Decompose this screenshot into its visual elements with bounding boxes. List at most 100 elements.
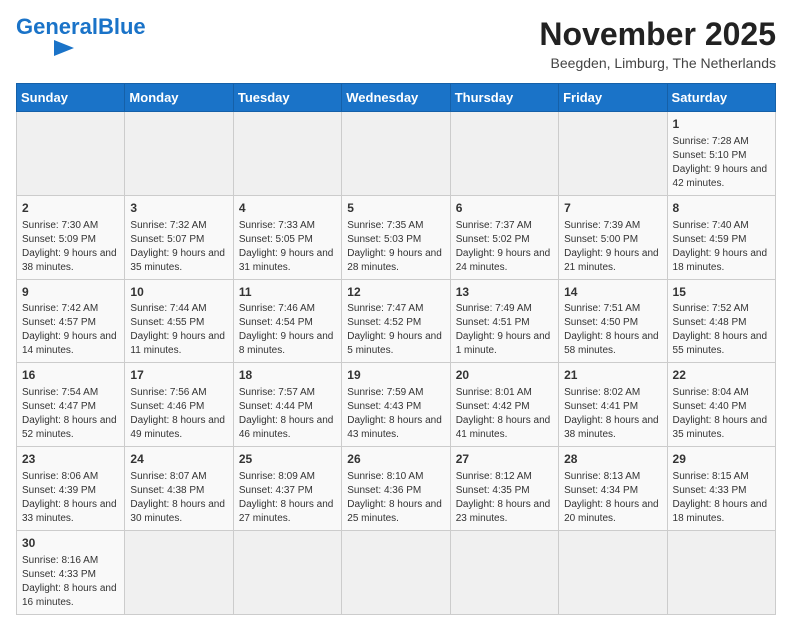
calendar-cell: 29Sunrise: 8:15 AMSunset: 4:33 PMDayligh… [667, 447, 775, 531]
calendar-cell [233, 530, 341, 614]
day-info: Sunrise: 7:52 AMSunset: 4:48 PMDaylight:… [673, 302, 770, 358]
calendar-cell: 13Sunrise: 7:49 AMSunset: 4:51 PMDayligh… [450, 279, 558, 363]
calendar-cell: 8Sunrise: 7:40 AMSunset: 4:59 PMDaylight… [667, 195, 775, 279]
logo: GeneralBlue [16, 16, 146, 58]
calendar-cell: 5Sunrise: 7:35 AMSunset: 5:03 PMDaylight… [342, 195, 450, 279]
calendar-table: SundayMondayTuesdayWednesdayThursdayFrid… [16, 83, 776, 615]
week-row-1: 2 Sunrise: 7:30 AMSunset: 5:09 PMDaylight… [17, 195, 776, 279]
day-number: 15 [673, 284, 770, 301]
day-number: 3 [130, 200, 227, 217]
calendar-cell: 9Sunrise: 7:42 AMSunset: 4:57 PMDaylight… [17, 279, 125, 363]
calendar-cell: 4 Sunrise: 7:33 AMSunset: 5:05 PMDaylight… [233, 195, 341, 279]
subtitle: Beegden, Limburg, The Netherlands [539, 55, 776, 71]
day-info: Sunrise: 7:46 AMSunset: 4:54 PMDaylight:… [239, 302, 336, 358]
calendar-cell: 23 Sunrise: 8:06 AMSunset: 4:39 PMDayligh… [17, 447, 125, 531]
day-info: Sunrise: 7:49 AMSunset: 4:51 PMDaylight:… [456, 302, 553, 358]
day-info: Sunrise: 7:32 AMSunset: 5:07 PMDaylight:… [130, 219, 227, 275]
calendar-cell: 16Sunrise: 7:54 AMSunset: 4:47 PMDayligh… [17, 363, 125, 447]
month-title: November 2025 [539, 16, 776, 53]
calendar-cell [450, 112, 558, 196]
day-info: Sunrise: 7:33 AMSunset: 5:05 PMDaylight:… [239, 219, 336, 275]
day-info: Sunrise: 7:42 AMSunset: 4:57 PMDaylight:… [22, 302, 119, 358]
weekday-header-wednesday: Wednesday [342, 84, 450, 112]
day-info: Sunrise: 8:02 AMSunset: 4:41 PMDaylight:… [564, 386, 661, 442]
calendar-cell [450, 530, 558, 614]
day-number: 30 [22, 535, 119, 552]
calendar-cell [667, 530, 775, 614]
day-info: Sunrise: 8:04 AMSunset: 4:40 PMDaylight:… [673, 386, 770, 442]
calendar-cell: 22 Sunrise: 8:04 AMSunset: 4:40 PMDayligh… [667, 363, 775, 447]
weekday-header-monday: Monday [125, 84, 233, 112]
calendar-cell [342, 530, 450, 614]
week-row-2: 9Sunrise: 7:42 AMSunset: 4:57 PMDaylight… [17, 279, 776, 363]
day-number: 26 [347, 451, 444, 468]
logo-general: General [16, 14, 98, 39]
day-info: Sunrise: 7:47 AMSunset: 4:52 PMDaylight:… [347, 302, 444, 358]
day-number: 8 [673, 200, 770, 217]
day-info: Sunrise: 7:28 AMSunset: 5:10 PMDaylight:… [673, 135, 770, 191]
weekday-header-row: SundayMondayTuesdayWednesdayThursdayFrid… [17, 84, 776, 112]
day-info: Sunrise: 7:30 AMSunset: 5:09 PMDaylight:… [22, 219, 119, 275]
calendar-cell: 25Sunrise: 8:09 AMSunset: 4:37 PMDayligh… [233, 447, 341, 531]
calendar-cell: 18Sunrise: 7:57 AMSunset: 4:44 PMDayligh… [233, 363, 341, 447]
day-number: 29 [673, 451, 770, 468]
calendar-cell: 14Sunrise: 7:51 AMSunset: 4:50 PMDayligh… [559, 279, 667, 363]
day-number: 2 [22, 200, 119, 217]
week-row-4: 23 Sunrise: 8:06 AMSunset: 4:39 PMDayligh… [17, 447, 776, 531]
day-number: 17 [130, 367, 227, 384]
calendar-cell: 3 Sunrise: 7:32 AMSunset: 5:07 PMDaylight… [125, 195, 233, 279]
day-number: 4 [239, 200, 336, 217]
calendar-cell: 21Sunrise: 8:02 AMSunset: 4:41 PMDayligh… [559, 363, 667, 447]
day-info: Sunrise: 8:12 AMSunset: 4:35 PMDaylight:… [456, 470, 553, 526]
day-info: Sunrise: 7:56 AMSunset: 4:46 PMDaylight:… [130, 386, 227, 442]
calendar-cell [125, 530, 233, 614]
calendar-cell [125, 112, 233, 196]
day-info: Sunrise: 7:44 AMSunset: 4:55 PMDaylight:… [130, 302, 227, 358]
day-number: 27 [456, 451, 553, 468]
day-info: Sunrise: 8:01 AMSunset: 4:42 PMDaylight:… [456, 386, 553, 442]
day-number: 23 [22, 451, 119, 468]
day-info: Sunrise: 8:06 AMSunset: 4:39 PMDaylight:… [22, 470, 119, 526]
calendar-cell [233, 112, 341, 196]
logo-icon [16, 38, 76, 58]
calendar-cell: 10Sunrise: 7:44 AMSunset: 4:55 PMDayligh… [125, 279, 233, 363]
calendar-cell [17, 112, 125, 196]
day-info: Sunrise: 8:07 AMSunset: 4:38 PMDaylight:… [130, 470, 227, 526]
weekday-header-tuesday: Tuesday [233, 84, 341, 112]
calendar-cell [342, 112, 450, 196]
day-number: 12 [347, 284, 444, 301]
calendar-cell: 24 Sunrise: 8:07 AMSunset: 4:38 PMDayligh… [125, 447, 233, 531]
day-number: 7 [564, 200, 661, 217]
calendar-cell: 19Sunrise: 7:59 AMSunset: 4:43 PMDayligh… [342, 363, 450, 447]
calendar-cell: 28Sunrise: 8:13 AMSunset: 4:34 PMDayligh… [559, 447, 667, 531]
calendar-cell [559, 530, 667, 614]
calendar-cell [559, 112, 667, 196]
day-info: Sunrise: 7:37 AMSunset: 5:02 PMDaylight:… [456, 219, 553, 275]
day-info: Sunrise: 7:51 AMSunset: 4:50 PMDaylight:… [564, 302, 661, 358]
calendar-cell: 27 Sunrise: 8:12 AMSunset: 4:35 PMDayligh… [450, 447, 558, 531]
day-info: Sunrise: 7:35 AMSunset: 5:03 PMDaylight:… [347, 219, 444, 275]
calendar-cell: 26Sunrise: 8:10 AMSunset: 4:36 PMDayligh… [342, 447, 450, 531]
weekday-header-sunday: Sunday [17, 84, 125, 112]
calendar-cell: 20 Sunrise: 8:01 AMSunset: 4:42 PMDayligh… [450, 363, 558, 447]
week-row-3: 16Sunrise: 7:54 AMSunset: 4:47 PMDayligh… [17, 363, 776, 447]
day-number: 14 [564, 284, 661, 301]
calendar-cell: 1 Sunrise: 7:28 AMSunset: 5:10 PMDaylight… [667, 112, 775, 196]
day-number: 22 [673, 367, 770, 384]
day-info: Sunrise: 7:39 AMSunset: 5:00 PMDaylight:… [564, 219, 661, 275]
calendar-cell: 30Sunrise: 8:16 AMSunset: 4:33 PMDayligh… [17, 530, 125, 614]
logo-blue: Blue [98, 14, 146, 39]
day-number: 16 [22, 367, 119, 384]
logo-text: GeneralBlue [16, 16, 146, 38]
day-number: 9 [22, 284, 119, 301]
day-number: 1 [673, 116, 770, 133]
day-number: 24 [130, 451, 227, 468]
calendar-cell: 11Sunrise: 7:46 AMSunset: 4:54 PMDayligh… [233, 279, 341, 363]
day-info: Sunrise: 7:59 AMSunset: 4:43 PMDaylight:… [347, 386, 444, 442]
day-number: 11 [239, 284, 336, 301]
day-number: 18 [239, 367, 336, 384]
week-row-0: 1 Sunrise: 7:28 AMSunset: 5:10 PMDaylight… [17, 112, 776, 196]
day-number: 6 [456, 200, 553, 217]
calendar-cell: 2 Sunrise: 7:30 AMSunset: 5:09 PMDaylight… [17, 195, 125, 279]
day-number: 20 [456, 367, 553, 384]
